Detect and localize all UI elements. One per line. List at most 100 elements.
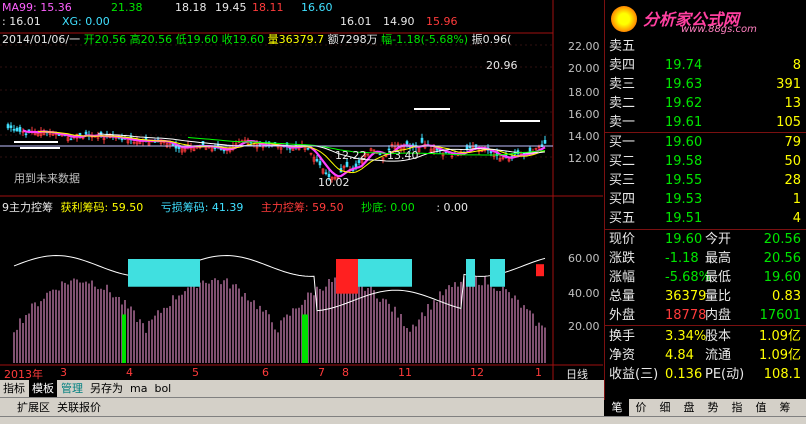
bid-volume: 50 xyxy=(784,154,801,169)
stat-row: 涨跌 -1.18 最高 20.56 xyxy=(605,250,806,267)
tab-related-quote[interactable]: 关联报价 xyxy=(54,398,104,417)
bid-row[interactable]: 买五 19.51 4 xyxy=(605,210,806,227)
stat-value: 4.84 xyxy=(665,348,694,363)
hv-0: 21.38 xyxy=(111,1,143,14)
ask-price: 19.63 xyxy=(665,77,703,92)
candle-body xyxy=(306,147,310,150)
control-block xyxy=(336,259,358,294)
candle-body xyxy=(405,141,409,146)
indicator-tick: 60.00 xyxy=(568,252,600,265)
stat-value: 1.09亿 xyxy=(759,348,801,363)
stat-row: 总量 36379 量比 0.83 xyxy=(605,288,806,305)
candle-body xyxy=(345,161,349,167)
time-tick: 11 xyxy=(398,366,412,379)
candle-body xyxy=(354,163,358,167)
hv-2: 19.45 xyxy=(215,1,247,14)
bid-row[interactable]: 买二 19.58 50 xyxy=(605,153,806,170)
loss-block xyxy=(466,259,475,287)
r1-2: 15.96 xyxy=(426,15,458,28)
stat-value: 1.09亿 xyxy=(759,329,801,344)
ask-volume: 8 xyxy=(792,58,801,73)
bid-price: 19.53 xyxy=(665,192,703,207)
candle-body xyxy=(9,125,13,128)
tab-bol[interactable]: bol xyxy=(151,380,174,397)
ask-row[interactable]: 卖二 19.62 13 xyxy=(605,95,806,112)
indicator-tick: 40.00 xyxy=(568,287,600,300)
bid-price: 19.58 xyxy=(665,154,703,169)
time-tick: 12 xyxy=(470,366,484,379)
tab-manage[interactable]: 管理 xyxy=(58,380,86,397)
ask-row[interactable]: 卖三 19.63 391 xyxy=(605,76,806,93)
logo-icon xyxy=(611,6,637,32)
xg-label: XG: 0.00 xyxy=(62,15,110,28)
support-bar xyxy=(14,141,58,143)
panel-tab[interactable]: 指 xyxy=(725,399,749,416)
ask-row[interactable]: 卖一 19.61 105 xyxy=(605,114,806,131)
panel-tab[interactable]: 值 xyxy=(749,399,773,416)
panel-tab[interactable]: 细 xyxy=(653,399,677,416)
control-block xyxy=(536,264,544,277)
stat-label: 总量 xyxy=(609,289,636,304)
future-data-note: 用到未来数据 xyxy=(14,172,80,185)
stat-value: 0.83 xyxy=(772,289,801,304)
stat-value: 19.60 xyxy=(665,232,703,247)
bid-volume: 1 xyxy=(792,192,801,207)
ask-volume: 105 xyxy=(776,115,801,130)
stat2-row: 换手 3.34% 股本 1.09亿 xyxy=(605,328,806,345)
quote-line: 2014/01/06/一 开20.56 高20.56 低19.60 收19.60… xyxy=(2,31,511,47)
quote-amplitude: 振0.96( xyxy=(471,33,512,46)
bid-label: 买一 xyxy=(609,135,636,150)
quote-panel: 分析家公式网 www.88gs.com 卖五 卖四 19.74 8 卖三 19.63 391… xyxy=(604,0,806,400)
candle-body xyxy=(315,158,319,162)
ask-row[interactable]: 卖五 xyxy=(605,38,806,55)
quote-volume: 量36379.7 xyxy=(267,33,325,46)
kline-chart-area[interactable]: MA99: 15.36 21.38 18.18 19.45 18.11 16.6… xyxy=(0,0,603,400)
bid-row[interactable]: 买四 19.53 1 xyxy=(605,191,806,208)
tab-ma[interactable]: ma xyxy=(127,380,150,397)
mid-label1: 12.22 xyxy=(335,149,367,162)
bid-volume: 79 xyxy=(784,135,801,150)
quote-high: 高20.56 xyxy=(129,33,173,46)
mid-label2: 13.40 xyxy=(387,149,419,162)
candle-body xyxy=(84,131,88,135)
loss-label: 亏损筹码: 41.39 xyxy=(160,201,244,214)
panel-tab[interactable]: 势 xyxy=(701,399,725,416)
panel-tab[interactable]: 笔 xyxy=(605,399,629,416)
indicator-tick: 20.00 xyxy=(568,320,600,333)
stat2-row: 收益(三) 0.136 PE(动) 108.1 xyxy=(605,366,806,383)
low-label: 10.02 xyxy=(318,176,350,189)
panel-tab[interactable]: 盘 xyxy=(677,399,701,416)
loss-block xyxy=(128,259,200,287)
price-tick: 18.00 xyxy=(568,86,600,99)
candle-body xyxy=(15,127,19,132)
indicator-name: 9主力控筹 xyxy=(2,201,53,214)
bid-label: 买四 xyxy=(609,192,636,207)
bid-row[interactable]: 买三 19.55 28 xyxy=(605,172,806,189)
bid-price: 19.55 xyxy=(665,173,703,188)
tab-template[interactable]: 模板 xyxy=(29,380,57,397)
candle-body xyxy=(6,124,10,129)
stat-row: 外盘 18778 内盘 17601 xyxy=(605,307,806,324)
extra-label: : 0.00 xyxy=(436,201,469,214)
ask-row[interactable]: 卖四 19.74 8 xyxy=(605,57,806,74)
ask-label: 卖二 xyxy=(609,96,636,111)
support-bar xyxy=(20,147,60,149)
candle-body xyxy=(12,129,16,131)
tab-save-as[interactable]: 另存为 xyxy=(87,380,126,397)
kline-chart-svg[interactable] xyxy=(0,0,603,380)
panel-tab[interactable]: 筹 xyxy=(773,399,797,416)
time-tick: 5 xyxy=(192,366,199,379)
stat-label: PE(动) xyxy=(705,367,745,382)
tab-extension[interactable]: 扩展区 xyxy=(14,398,53,417)
stat-label: 最低 xyxy=(705,270,732,285)
panel-tab[interactable]: 价 xyxy=(629,399,653,416)
stat-label: 内盘 xyxy=(705,308,732,323)
bid-row[interactable]: 买一 19.60 79 xyxy=(605,134,806,151)
ask-volume: 13 xyxy=(784,96,801,111)
panel-bottom-tabs: 笔价细盘势指值筹 xyxy=(605,399,806,416)
template-tabs: 指标 模板 管理 另存为 ma bol xyxy=(0,380,604,397)
tab-indicator[interactable]: 指标 xyxy=(0,380,28,397)
candle-body xyxy=(543,140,547,144)
stat-label: 今开 xyxy=(705,232,732,247)
price-plot xyxy=(0,44,553,183)
